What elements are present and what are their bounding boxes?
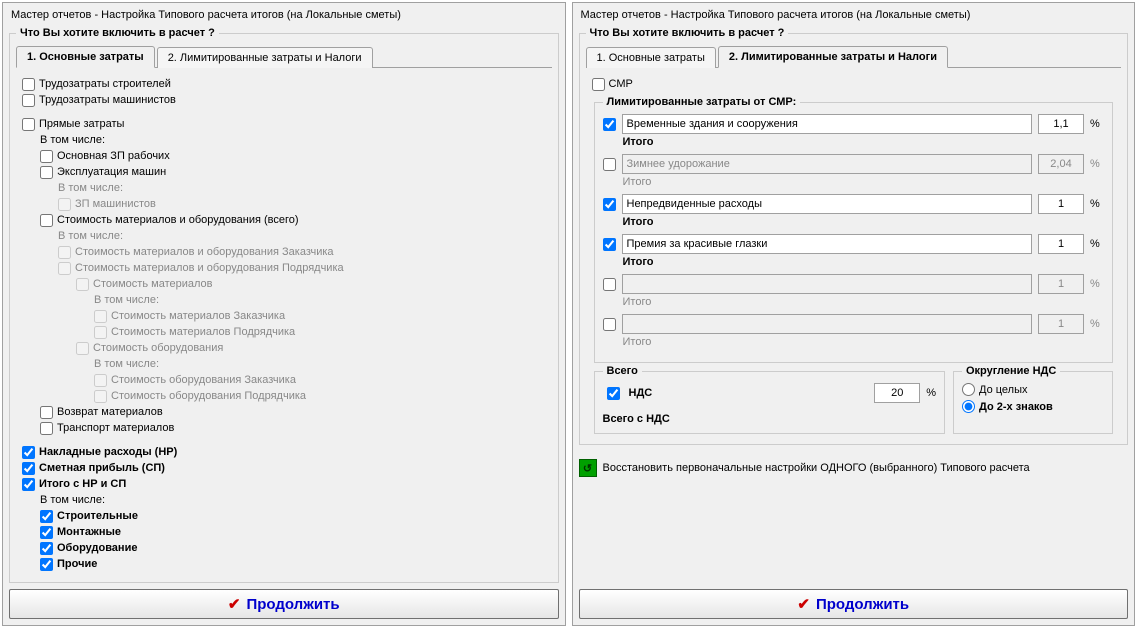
tab-body-limited: СМР Лимитированные затраты от СМР: % Ито… — [586, 68, 1122, 438]
chk-cost-equipment — [76, 342, 89, 355]
restore-row: ↺ Восстановить первоначальные настройки … — [579, 459, 1129, 477]
left-panel: Мастер отчетов - Настройка Типового расч… — [2, 2, 566, 626]
chk-overhead-hr[interactable] — [22, 446, 35, 459]
radio-round-2dec[interactable] — [962, 400, 975, 413]
lim-row-1: % — [603, 114, 1105, 134]
itogo-5: Итого — [623, 296, 1105, 308]
lim-row-4: % — [603, 234, 1105, 254]
window-title-right: Мастер отчетов - Настройка Типового расч… — [573, 3, 1135, 25]
tab-limited-costs-r[interactable]: 2. Лимитированные затраты и Налоги — [718, 46, 948, 68]
check-icon: ✔ — [228, 595, 241, 613]
chk-lim-6[interactable] — [603, 318, 616, 331]
lim-row-2: % — [603, 154, 1105, 174]
window-title-left: Мастер отчетов - Настройка Типового расч… — [3, 3, 565, 25]
input-lim-desc-5 — [622, 274, 1033, 294]
bottom-row: Всего НДС % Всего с НДС Округление НДС Д… — [592, 365, 1116, 434]
chk-lim-1[interactable] — [603, 118, 616, 131]
tabs-left: 1. Основные затраты 2. Лимитированные за… — [16, 45, 552, 68]
nds-label: НДС — [629, 387, 653, 399]
chk-machinist-salary — [58, 198, 71, 211]
chk-other[interactable] — [40, 558, 53, 571]
input-lim-val-1[interactable] — [1038, 114, 1084, 134]
chk-lim-2[interactable] — [603, 158, 616, 171]
input-nds-value[interactable] — [874, 383, 920, 403]
group-legend-r: Что Вы хотите включить в расчет ? — [586, 27, 789, 39]
group-total: Всего НДС % Всего с НДС — [594, 365, 946, 434]
radio-round-whole[interactable] — [962, 383, 975, 396]
tab-basic-costs[interactable]: 1. Основные затраты — [16, 46, 155, 68]
rounding-legend: Округление НДС — [962, 365, 1060, 377]
continue-button-right[interactable]: ✔ Продолжить — [579, 589, 1129, 619]
input-lim-val-4[interactable] — [1038, 234, 1084, 254]
chk-smr[interactable] — [592, 78, 605, 91]
right-panel: Мастер отчетов - Настройка Типового расч… — [572, 2, 1136, 626]
restore-label: Восстановить первоначальные настройки ОД… — [603, 462, 1030, 474]
chk-labor-builders[interactable] — [22, 78, 35, 91]
chk-equipment-cat[interactable] — [40, 542, 53, 555]
group-legend: Что Вы хотите включить в расчет ? — [16, 27, 219, 39]
chk-machine-operation[interactable] — [40, 166, 53, 179]
chk-total-hr-sp[interactable] — [22, 478, 35, 491]
check-icon: ✔ — [797, 595, 810, 613]
itogo-2: Итого — [623, 176, 1105, 188]
tabs-right: 1. Основные затраты 2. Лимитированные за… — [586, 45, 1122, 68]
continue-button-left[interactable]: ✔ Продолжить — [9, 589, 559, 619]
chk-lim-5[interactable] — [603, 278, 616, 291]
chk-cost-materials — [76, 278, 89, 291]
tab-body-basic: Трудозатраты строителей Трудозатраты маш… — [16, 68, 552, 576]
itogo-4: Итого — [623, 256, 1105, 268]
chk-nds[interactable] — [607, 387, 620, 400]
group-what-include-right: Что Вы хотите включить в расчет ? 1. Осн… — [579, 27, 1129, 445]
input-lim-desc-6 — [622, 314, 1033, 334]
group-rounding: Округление НДС До целых До 2-х знаков — [953, 365, 1113, 434]
lim-row-5: % — [603, 274, 1105, 294]
total-with-nds-label: Всего с НДС — [603, 413, 937, 425]
limited-legend: Лимитированные затраты от СМР: — [603, 96, 801, 108]
itogo-3: Итого — [623, 216, 1105, 228]
chk-labor-machinists[interactable] — [22, 94, 35, 107]
input-lim-desc-3[interactable] — [622, 194, 1033, 214]
chk-estimated-profit-sp[interactable] — [22, 462, 35, 475]
chk-return-materials[interactable] — [40, 406, 53, 419]
input-lim-val-5 — [1038, 274, 1084, 294]
input-lim-desc-4[interactable] — [622, 234, 1033, 254]
input-lim-desc-1[interactable] — [622, 114, 1033, 134]
chk-cost-me-customer — [58, 246, 71, 259]
group-limited-from-smr: Лимитированные затраты от СМР: % Итого %… — [594, 96, 1114, 363]
tab-limited-costs[interactable]: 2. Лимитированные затраты и Налоги — [157, 47, 373, 68]
chk-cost-materials-customer — [94, 310, 107, 323]
input-lim-val-6 — [1038, 314, 1084, 334]
lim-row-3: % — [603, 194, 1105, 214]
total-legend: Всего — [603, 365, 642, 377]
chk-transport-materials[interactable] — [40, 422, 53, 435]
tab-basic-costs-r[interactable]: 1. Основные затраты — [586, 47, 716, 68]
input-lim-val-3[interactable] — [1038, 194, 1084, 214]
chk-base-salary[interactable] — [40, 150, 53, 163]
itogo-6: Итого — [623, 336, 1105, 348]
chk-cost-me-contractor — [58, 262, 71, 275]
chk-installation[interactable] — [40, 526, 53, 539]
restore-icon[interactable]: ↺ — [579, 459, 597, 477]
chk-cost-materials-contractor — [94, 326, 107, 339]
itogo-1: Итого — [623, 136, 1105, 148]
lim-row-6: % — [603, 314, 1105, 334]
chk-direct-costs[interactable] — [22, 118, 35, 131]
input-lim-val-2 — [1038, 154, 1084, 174]
chk-cost-equipment-customer — [94, 374, 107, 387]
chk-cost-equipment-contractor — [94, 390, 107, 403]
input-lim-desc-2 — [622, 154, 1033, 174]
chk-lim-3[interactable] — [603, 198, 616, 211]
group-what-include-left: Что Вы хотите включить в расчет ? 1. Осн… — [9, 27, 559, 583]
chk-materials-equip-total[interactable] — [40, 214, 53, 227]
chk-construction[interactable] — [40, 510, 53, 523]
chk-lim-4[interactable] — [603, 238, 616, 251]
